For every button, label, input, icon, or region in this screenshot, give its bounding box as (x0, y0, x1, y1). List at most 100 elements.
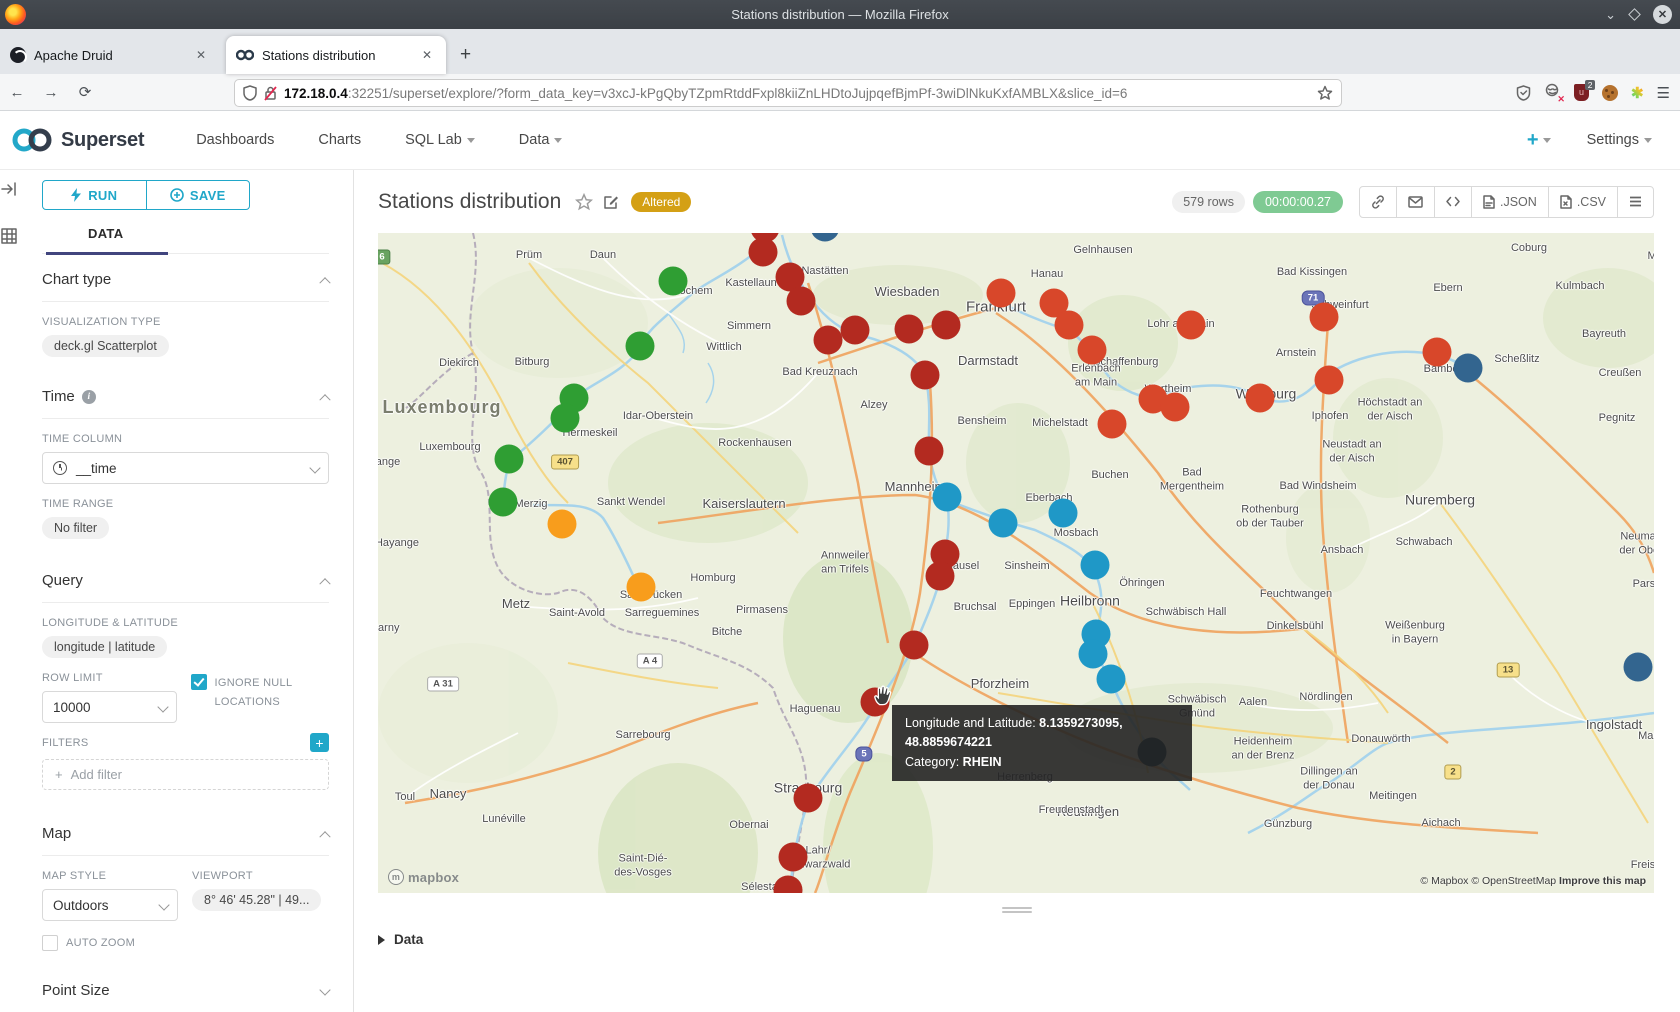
reload-icon[interactable]: ⟳ (68, 83, 102, 101)
nav-sql-lab[interactable]: SQL Lab (405, 132, 475, 148)
save-button[interactable]: SAVE (147, 181, 250, 209)
station-dot[interactable] (915, 437, 944, 466)
tracking-shield-icon[interactable] (243, 85, 257, 101)
station-dot[interactable] (1049, 499, 1078, 528)
browser-menu-icon[interactable]: ☰ (1657, 84, 1670, 102)
station-dot[interactable] (779, 843, 808, 872)
url-bar[interactable]: 172.18.0.4:32251/superset/explore/?form_… (234, 79, 1342, 107)
superset-brand[interactable]: Superset (11, 126, 144, 154)
station-dot[interactable] (626, 332, 655, 361)
station-dot[interactable] (627, 573, 656, 602)
tab-close-icon[interactable]: ✕ (418, 46, 436, 64)
station-dot[interactable] (933, 483, 962, 512)
station-dot[interactable] (900, 631, 929, 660)
station-dot[interactable] (1454, 354, 1483, 383)
station-dot[interactable] (1423, 338, 1452, 367)
privacy-mask-icon[interactable]: ✕ (1544, 83, 1561, 103)
nav-dashboards[interactable]: Dashboards (196, 132, 274, 148)
forward-icon[interactable]: → (34, 84, 68, 101)
add-filter-plus-button[interactable]: + (310, 733, 329, 752)
station-dot[interactable] (1315, 366, 1344, 395)
settings-menu[interactable]: Settings (1587, 132, 1652, 148)
station-dot[interactable] (551, 404, 580, 433)
tab-apache-druid[interactable]: Apache Druid ✕ (0, 36, 220, 74)
station-dot[interactable] (1246, 384, 1275, 413)
time-range-value[interactable]: No filter (42, 517, 109, 539)
time-column-select[interactable]: __time (42, 452, 329, 484)
station-dot[interactable] (659, 267, 688, 296)
collapse-panel-icon[interactable] (0, 180, 18, 198)
bookmark-star-icon[interactable] (1317, 85, 1333, 101)
chart-menu-button[interactable] (1618, 187, 1653, 217)
section-chart-type[interactable]: Chart type (42, 254, 329, 302)
station-dot[interactable] (1097, 665, 1126, 694)
colorful-extension-icon[interactable]: ✱ (1631, 84, 1644, 102)
share-link-button[interactable] (1360, 187, 1397, 217)
station-dot[interactable] (841, 316, 870, 345)
window-minimize-icon[interactable]: ⌄ (1605, 7, 1616, 23)
export-json-button[interactable]: .JSON (1472, 187, 1549, 217)
add-new-button[interactable]: + (1527, 129, 1551, 152)
tab-stations-distribution[interactable]: Stations distribution ✕ (226, 36, 446, 74)
favorite-star-icon[interactable] (575, 193, 593, 211)
viewport-value[interactable]: 8° 46' 45.28" | 49... (192, 889, 321, 911)
map-style-select[interactable]: Outdoors (42, 889, 178, 921)
new-tab-button[interactable]: + (460, 44, 471, 66)
station-dot[interactable] (1098, 410, 1127, 439)
pocket-shield-icon[interactable] (1516, 85, 1531, 101)
cookie-extension-icon[interactable] (1602, 85, 1618, 101)
station-dot[interactable] (1081, 551, 1110, 580)
window-maximize-icon[interactable] (1628, 8, 1641, 21)
mapbox-logo[interactable]: m mapbox (388, 869, 459, 885)
run-button[interactable]: RUN (43, 181, 147, 209)
email-button[interactable] (1397, 187, 1435, 217)
nav-data[interactable]: Data (519, 132, 563, 148)
export-csv-button[interactable]: .CSV (1549, 187, 1618, 217)
station-dot[interactable] (926, 562, 955, 591)
station-dot[interactable] (987, 279, 1016, 308)
station-dot[interactable] (1161, 393, 1190, 422)
station-dot[interactable] (1624, 653, 1653, 682)
ignore-null-checkbox[interactable] (191, 674, 207, 690)
station-dot[interactable] (1078, 336, 1107, 365)
station-dot[interactable] (548, 510, 577, 539)
section-time[interactable]: Timei (42, 371, 329, 419)
station-dot[interactable] (489, 488, 518, 517)
section-map[interactable]: Map (42, 808, 329, 856)
station-dot[interactable] (794, 784, 823, 813)
map-place-label: Sankt Wendel (597, 496, 665, 510)
tab-data[interactable]: DATA (88, 226, 123, 241)
row-limit-select[interactable]: 10000 (42, 691, 177, 723)
station-dot[interactable] (895, 315, 924, 344)
pane-resize-handle[interactable] (1002, 905, 1032, 915)
back-icon[interactable]: ← (0, 84, 34, 101)
data-section-toggle[interactable]: Data (378, 932, 423, 947)
station-dot[interactable] (989, 509, 1018, 538)
station-dot[interactable] (495, 445, 524, 474)
map-attribution[interactable]: © Mapbox © OpenStreetMap Improve this ma… (1420, 875, 1646, 887)
dataset-grid-icon[interactable] (0, 227, 18, 245)
insecure-lock-icon[interactable] (263, 85, 278, 101)
station-dot[interactable] (911, 361, 940, 390)
window-close-icon[interactable]: ✕ (1653, 5, 1672, 24)
nav-charts[interactable]: Charts (318, 132, 361, 148)
adblock-shield-icon[interactable]: u 2 (1574, 84, 1589, 101)
station-dot[interactable] (787, 287, 816, 316)
station-dot[interactable] (932, 311, 961, 340)
lonlat-value[interactable]: longitude | latitude (42, 636, 167, 658)
embed-code-button[interactable] (1435, 187, 1472, 217)
add-filter-box[interactable]: +Add filter (42, 759, 329, 790)
station-dot[interactable] (1310, 303, 1339, 332)
auto-zoom-checkbox[interactable] (42, 935, 58, 951)
station-dot[interactable] (1177, 311, 1206, 340)
viz-type-value[interactable]: deck.gl Scatterplot (42, 335, 169, 357)
edit-properties-icon[interactable] (603, 194, 619, 210)
section-query[interactable]: Query (42, 555, 329, 603)
station-dot[interactable] (814, 326, 843, 355)
station-dot[interactable] (1055, 311, 1084, 340)
section-point-size[interactable]: Point Size (42, 965, 329, 1012)
station-dot[interactable] (1079, 640, 1108, 669)
deckgl-map[interactable]: PrümDaunCochemKastellaunNastättenWiesbad… (378, 233, 1654, 893)
station-dot[interactable] (749, 238, 778, 267)
tab-close-icon[interactable]: ✕ (192, 46, 210, 64)
